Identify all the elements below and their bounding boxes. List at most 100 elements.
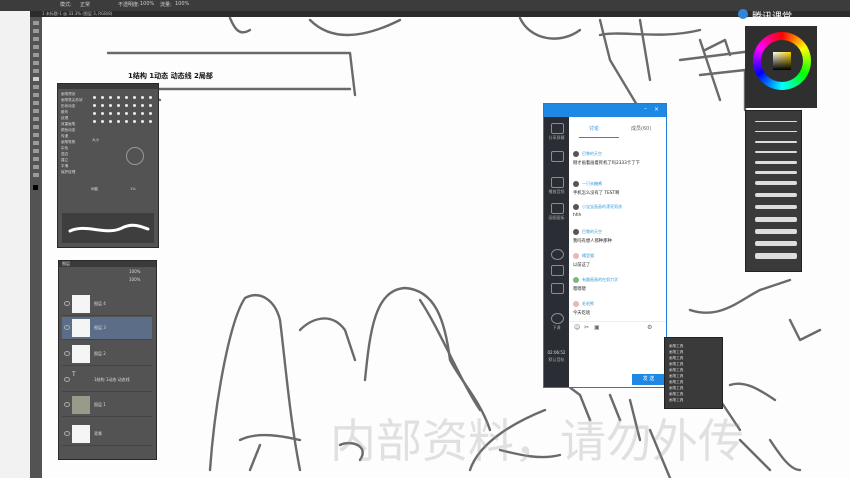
tool-preset-item[interactable]: 画笔工具 [669,380,683,385]
sender-name: 有趣画画的在努力学 [582,277,618,282]
chat-titlebar[interactable]: × – [544,104,666,117]
visibility-icon[interactable] [64,301,70,306]
audio-label: 播放音频 [548,189,565,194]
audio-track-label[interactable]: 默认音轨 [544,357,569,363]
tool-preset-item[interactable]: 画笔工具 [669,344,683,349]
music-icon[interactable] [551,265,564,276]
brush-option[interactable]: 散布 [61,110,68,115]
tool-preset-item[interactable]: 画笔工具 [669,350,683,355]
brush-preset[interactable] [755,151,797,153]
visibility-icon[interactable] [64,402,70,407]
avatar [573,229,579,235]
visibility-icon[interactable] [64,351,70,356]
sender-name: 巴黎的天空 [582,229,602,234]
settings-icon[interactable] [551,249,564,260]
brush-option[interactable]: 保护纹理 [61,170,75,175]
fill-value[interactable]: 100% [129,277,140,282]
brush-option[interactable]: 画笔笔尖形状 [61,98,83,103]
brush-option[interactable]: 传递 [61,134,68,139]
tab-members[interactable]: 成员(60) [631,125,651,132]
brush-presets-panel[interactable] [745,110,802,272]
tool-preset-item[interactable]: 画笔工具 [669,368,683,373]
audio-icon[interactable] [551,177,564,188]
emoji-icon[interactable]: ☺ [574,324,580,331]
layers-panel-header[interactable]: 图层 [59,261,156,267]
avatar [573,204,579,210]
brush-option[interactable]: 建立 [61,158,68,163]
close-icon[interactable]: × [654,106,659,113]
tab-discussion[interactable]: 讨论 [589,125,599,132]
send-button[interactable]: 发 送 [632,374,665,385]
settings-gear-icon[interactable]: ⚙ [647,324,652,331]
brush-angle-control[interactable] [126,147,144,165]
tool-preset-item[interactable]: 画笔工具 [669,392,683,397]
brush-option[interactable]: 双重画笔 [61,122,75,127]
layer-row[interactable]: 图层 2 [62,343,152,366]
layer-row[interactable]: 图层 1 [62,394,152,417]
brush-tip-grid[interactable] [91,94,155,132]
brush-option[interactable]: 颜色动态 [61,128,75,133]
spacing-value[interactable]: 1% [130,187,136,191]
tool-presets-panel[interactable]: 画笔工具 画笔工具 画笔工具 画笔工具 画笔工具 画笔工具 画笔工具 画笔工具 … [664,337,723,409]
visibility-icon[interactable] [64,431,70,436]
visibility-icon[interactable] [64,377,70,382]
brush-option[interactable]: 画笔预设 [61,92,75,97]
brush-stroke-preview [62,213,154,243]
minimize-icon[interactable]: – [644,105,647,112]
brush-preset[interactable] [755,161,797,164]
live-chat-panel[interactable]: × – 分享屏幕 播放音频 画图面板 下课 02:06:52 默认音轨 讨论 成… [543,103,667,388]
layer-row[interactable]: 图层 4 [62,293,152,316]
brush-preset[interactable] [755,121,797,122]
avatar [573,181,579,187]
scissors-icon[interactable]: ✂ [584,324,589,331]
draw-label: 画图面板 [548,215,565,220]
brush-option[interactable]: 形状动态 [61,104,75,109]
layer-row[interactable]: 背景 [62,423,152,446]
message-text: 嗯嗯嗯 [573,287,586,292]
visibility-icon[interactable] [64,325,70,330]
fullscreen-icon[interactable] [551,283,564,294]
color-wheel-panel[interactable] [745,26,817,108]
panel-header[interactable] [58,84,158,89]
color-wheel[interactable] [753,32,811,90]
layer-name: 背景 [94,431,102,436]
brush-preset[interactable] [755,229,797,234]
brush-preset[interactable] [755,171,797,174]
brush-preset[interactable] [755,205,797,209]
saturation-value-square[interactable] [773,52,791,70]
brush-option[interactable]: 杂色 [61,146,68,151]
image-icon[interactable]: ▣ [594,324,600,331]
tool-preset-item[interactable]: 画笔工具 [669,362,683,367]
layer-thumbnail [72,319,90,337]
tool-preset-item[interactable]: 画笔工具 [669,386,683,391]
brush-preset[interactable] [755,131,797,132]
brush-option[interactable]: 纹理 [61,116,68,121]
brush-preset[interactable] [755,141,797,143]
avatar [573,253,579,259]
message-text: 手机怎么没有了 TEST啊 [573,191,620,196]
brush-preset[interactable] [755,253,797,259]
share-screen-label: 分享屏幕 [548,135,565,140]
sender-name: 一只米糖酱 [582,181,602,186]
brush-preset[interactable] [755,217,797,222]
layer-row[interactable]: T 1结构 1动态 动态线 [62,369,152,392]
avatar [573,277,579,283]
layer-name: 图层 1 [94,402,106,407]
end-class-icon[interactable] [551,313,564,324]
brush-option[interactable]: 湿边 [61,152,68,157]
draw-icon[interactable] [551,203,564,214]
brush-preset[interactable] [755,181,797,185]
opacity-value[interactable]: 100% [129,269,140,274]
layers-panel[interactable]: 图层 100% 100% 图层 4 图层 3 图层 2 T 1结构 1动态 动态… [58,260,157,460]
tool-preset-item[interactable]: 画笔工具 [669,374,683,379]
brush-preset[interactable] [755,241,797,246]
tool-preset-item[interactable]: 画笔工具 [669,356,683,361]
brush-preset[interactable] [755,193,797,197]
brush-option[interactable]: 画笔笔势 [61,140,75,145]
size-label: 大小 [92,138,100,142]
layer-row[interactable]: 图层 3 [62,317,152,340]
tool-preset-item[interactable]: 画笔工具 [669,398,683,403]
camera-icon[interactable] [551,151,564,162]
brush-option[interactable]: 平滑 [61,164,68,169]
share-screen-icon[interactable] [551,123,564,134]
